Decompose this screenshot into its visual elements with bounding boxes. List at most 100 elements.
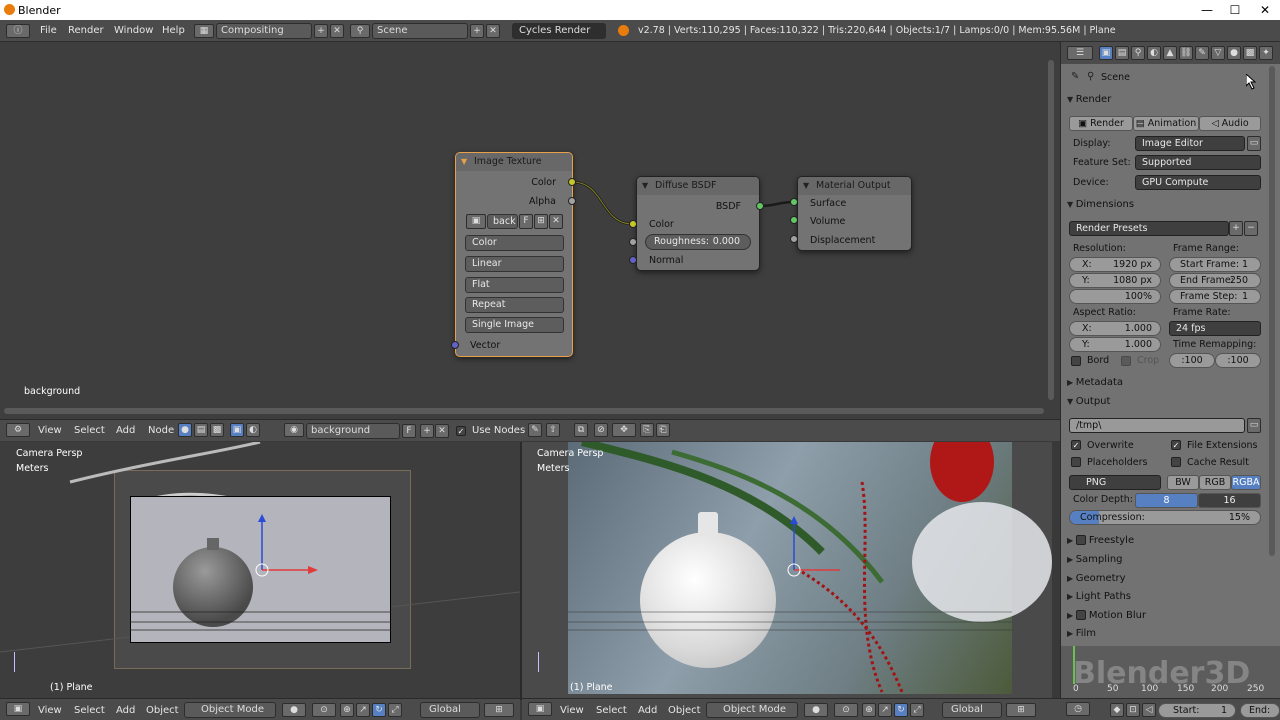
- properties-scrollbar[interactable]: [1269, 66, 1275, 556]
- add-preset-icon[interactable]: +: [1229, 221, 1243, 236]
- resolution-y-field[interactable]: Y: 1080 px: [1069, 273, 1161, 288]
- color-depth-16-button[interactable]: 16: [1198, 493, 1261, 508]
- object-tab-icon[interactable]: ▲: [1163, 46, 1177, 60]
- shading-icon[interactable]: ●: [282, 703, 306, 717]
- manipulator-icon[interactable]: ⊕: [340, 703, 354, 717]
- color-mode-select[interactable]: Color: [465, 235, 564, 251]
- viewport-left[interactable]: Camera Persp Meters (1) Plane: [0, 442, 520, 700]
- scene-field[interactable]: Scene: [372, 23, 468, 39]
- material-output-title[interactable]: Material Output: [798, 177, 911, 195]
- light-paths-panel-header[interactable]: ▶ Light Paths: [1067, 588, 1275, 606]
- menu-select[interactable]: Select: [74, 425, 105, 436]
- data-tab-icon[interactable]: ▽: [1211, 46, 1225, 60]
- display-window-icon[interactable]: ▭: [1247, 136, 1261, 151]
- color-bw-button[interactable]: BW: [1167, 475, 1199, 490]
- menu-view[interactable]: View: [560, 705, 584, 716]
- minimize-button[interactable]: —: [1192, 2, 1222, 18]
- collapse-triangle-icon[interactable]: ▼: [803, 181, 809, 190]
- scene-tab-icon[interactable]: ⚲: [1131, 46, 1145, 60]
- material-output-node[interactable]: Material Output ▼ Surface Volume Displac…: [797, 176, 912, 251]
- motion-blur-panel-header[interactable]: ▶ Motion Blur: [1067, 607, 1275, 625]
- freestyle-panel-header[interactable]: ▶ Freestyle: [1067, 532, 1275, 550]
- projection-select[interactable]: Flat: [465, 277, 564, 293]
- node-editor-scrollbar-v[interactable]: [1048, 60, 1054, 400]
- image-texture-node-title[interactable]: Image Texture: [456, 153, 572, 171]
- translate-icon[interactable]: ↗: [878, 703, 892, 717]
- scale-icon[interactable]: ⤢: [388, 703, 402, 717]
- shader-nodes-icon[interactable]: ●: [178, 423, 192, 437]
- layers-icon[interactable]: ⊞: [1006, 703, 1036, 717]
- output-path-field[interactable]: /tmp\: [1069, 418, 1245, 433]
- file-format-select[interactable]: PNG: [1069, 475, 1161, 490]
- editor-type-properties-icon[interactable]: ☰: [1067, 46, 1093, 60]
- menu-file[interactable]: File: [40, 25, 57, 36]
- node-editor[interactable]: Image Texture ▼ Color Alpha ▣ back F ⊞ ✕…: [0, 42, 1060, 419]
- timeline-end-field[interactable]: End:: [1240, 703, 1280, 718]
- properties-editor[interactable]: ☰ ▣ ▤ ⚲ ◐ ▲ ⛓ ✎ ▽ ● ▩ ✦ ✎ ⚲ Scene ▼ Rend…: [1060, 42, 1280, 700]
- add-scene-icon[interactable]: +: [470, 24, 484, 38]
- resolution-percentage-field[interactable]: 100%: [1069, 289, 1161, 304]
- rotate-icon[interactable]: ↻: [894, 703, 908, 717]
- add-screen-icon[interactable]: +: [314, 24, 328, 38]
- remove-scene-icon[interactable]: ✕: [486, 24, 500, 38]
- menu-add[interactable]: Add: [116, 705, 135, 716]
- pivot-icon[interactable]: ⊙: [834, 703, 858, 717]
- geometry-panel-header[interactable]: ▶ Geometry: [1067, 570, 1275, 588]
- add-material-icon[interactable]: +: [420, 424, 434, 438]
- node-editor-scrollbar-h[interactable]: [4, 408, 1044, 414]
- in-color-socket[interactable]: [629, 220, 637, 228]
- scene-icon[interactable]: ⚲: [350, 24, 370, 38]
- cache-result-checkbox[interactable]: [1171, 457, 1181, 467]
- viewport-split[interactable]: [520, 442, 522, 700]
- compositing-nodes-icon[interactable]: ▤: [194, 423, 208, 437]
- render-engine-select[interactable]: Cycles Render: [512, 23, 606, 39]
- menu-help[interactable]: Help: [162, 25, 185, 36]
- world-tab-icon[interactable]: ◐: [1147, 46, 1161, 60]
- viewport-right[interactable]: Camera Persp Meters (1) Plane: [522, 442, 1052, 700]
- material-fake-user-button[interactable]: F: [402, 424, 416, 438]
- go-parent-icon[interactable]: ⇧: [546, 423, 560, 437]
- metadata-panel-header[interactable]: ▶ Metadata: [1067, 374, 1275, 392]
- image-fake-user-button[interactable]: F: [519, 214, 533, 229]
- frame-rate-select[interactable]: 24 fps: [1169, 321, 1261, 336]
- keyframe-icon[interactable]: ◆: [1110, 703, 1124, 717]
- file-browse-icon[interactable]: ▭: [1247, 418, 1261, 433]
- pivot-icon[interactable]: ⊙: [312, 703, 336, 717]
- roughness-field[interactable]: Roughness: 0.000: [645, 234, 751, 250]
- translate-icon[interactable]: ↗: [356, 703, 370, 717]
- feature-set-select[interactable]: Supported: [1135, 155, 1261, 170]
- end-frame-field[interactable]: End Frame: 250: [1169, 273, 1261, 288]
- motion-blur-checkbox[interactable]: [1075, 610, 1086, 620]
- crop-checkbox[interactable]: [1121, 356, 1131, 366]
- scale-icon[interactable]: ⤢: [910, 703, 924, 717]
- animation-button[interactable]: ▤ Animation: [1133, 116, 1199, 131]
- render-tab-icon[interactable]: ▣: [1099, 46, 1113, 60]
- editor-type-3d-icon[interactable]: ▣: [528, 702, 552, 716]
- audio-scrub-icon[interactable]: ◁: [1142, 703, 1156, 717]
- film-panel-header[interactable]: ▶ Film: [1067, 625, 1275, 643]
- render-presets-select[interactable]: Render Presets: [1069, 221, 1229, 236]
- menu-add[interactable]: Add: [116, 425, 135, 436]
- shading-icon[interactable]: ●: [804, 703, 828, 717]
- menu-window[interactable]: Window: [114, 25, 153, 36]
- screen-layout-field[interactable]: Compositing: [216, 23, 312, 39]
- start-frame-field[interactable]: Start Frame: 1: [1169, 257, 1261, 272]
- pin-icon[interactable]: ✎: [1071, 71, 1079, 82]
- snap-element-icon[interactable]: ⊘: [594, 423, 608, 437]
- remap-new-field[interactable]: :100: [1215, 353, 1261, 368]
- timeline-start-field[interactable]: Start: 1: [1158, 703, 1236, 718]
- constraints-tab-icon[interactable]: ⛓: [1179, 46, 1193, 60]
- timeline-area[interactable]: Blender3D 0 50 100 150 200 250: [1061, 646, 1280, 700]
- particles-tab-icon[interactable]: ✦: [1259, 46, 1273, 60]
- color-rgba-button[interactable]: RGBA: [1231, 475, 1261, 490]
- color-depth-8-button[interactable]: 8: [1135, 493, 1198, 508]
- extension-select[interactable]: Repeat: [465, 297, 564, 313]
- close-button[interactable]: ✕: [1250, 2, 1280, 18]
- diffuse-node-title[interactable]: Diffuse BSDF: [637, 177, 759, 195]
- mode-select[interactable]: Object Mode: [706, 702, 798, 718]
- material-tab-icon[interactable]: ●: [1227, 46, 1241, 60]
- color-rgb-button[interactable]: RGB: [1199, 475, 1231, 490]
- image-new-icon[interactable]: ⊞: [534, 214, 548, 229]
- menu-object[interactable]: Object: [146, 705, 179, 716]
- object-icon[interactable]: ▣: [230, 423, 244, 437]
